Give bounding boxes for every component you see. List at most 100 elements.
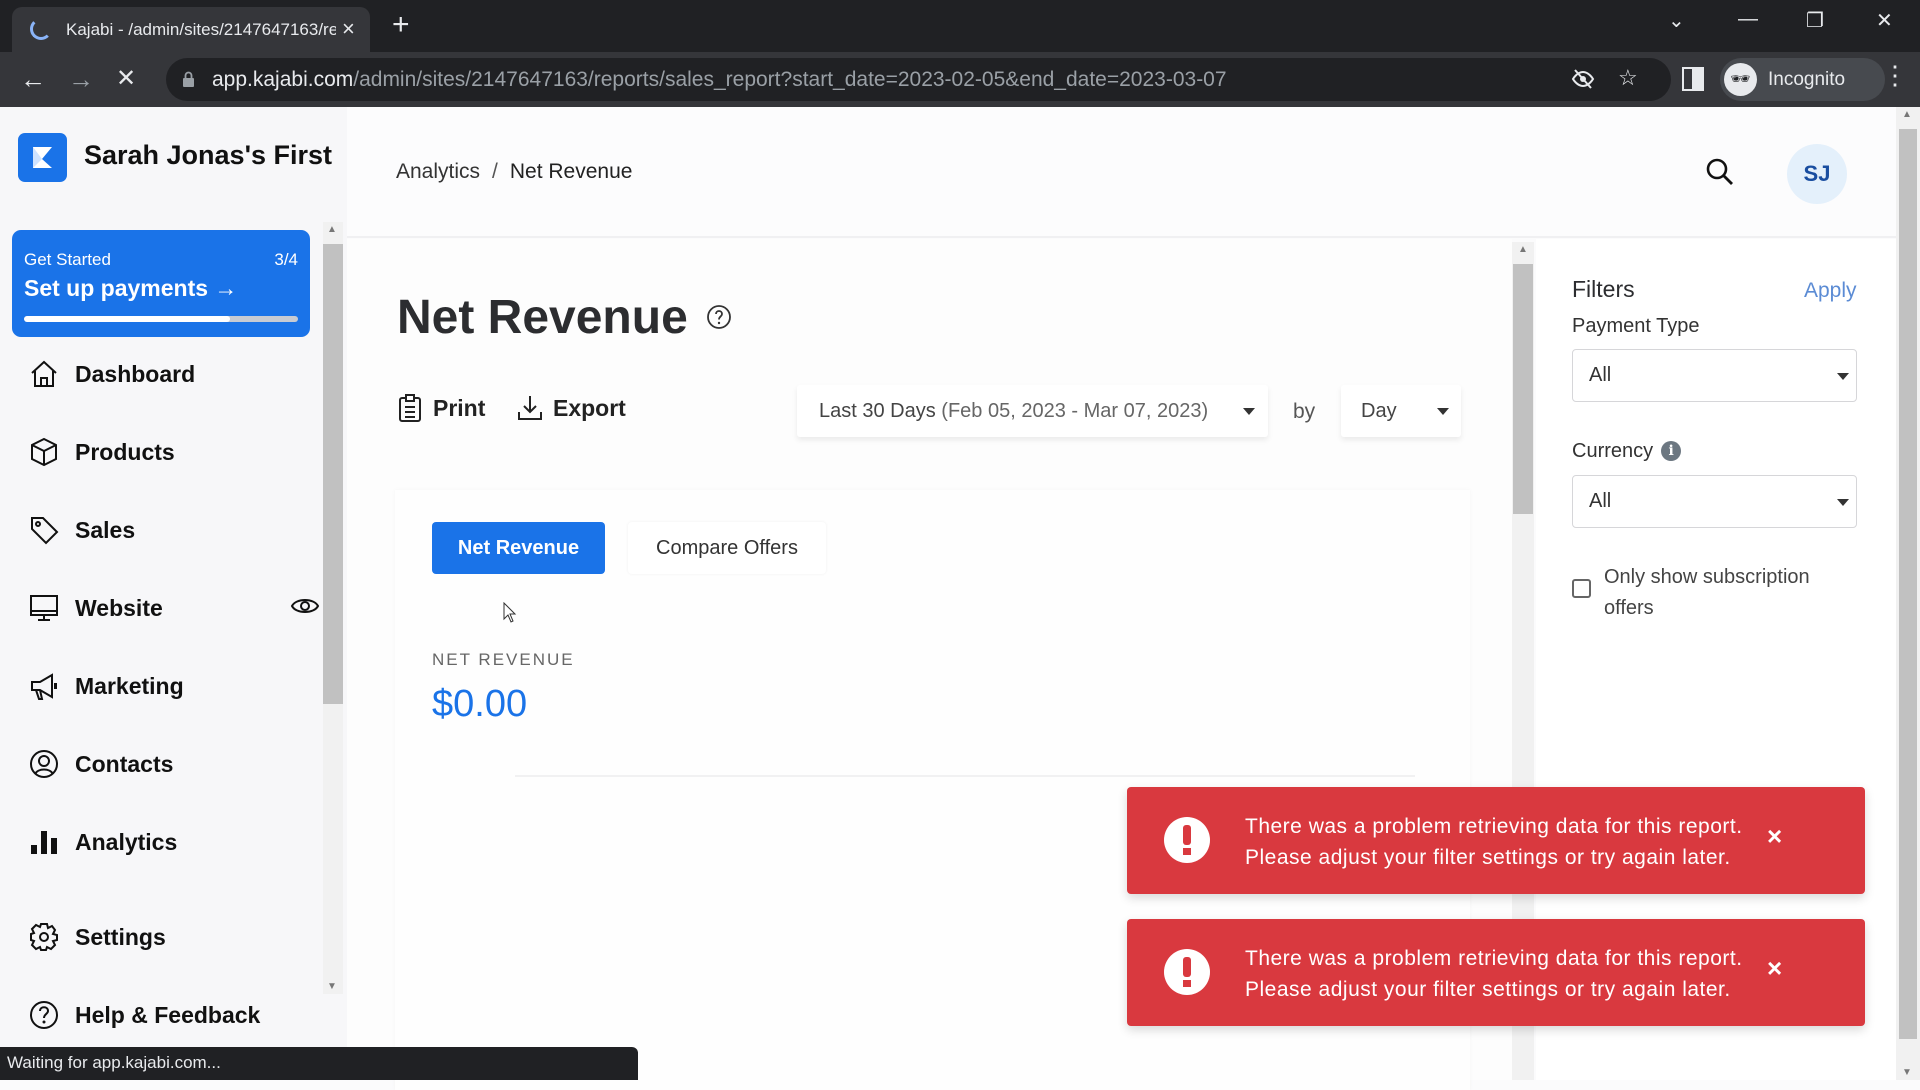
download-icon [518, 396, 542, 420]
exclamation-circle-icon [1164, 949, 1210, 995]
breadcrumb-analytics-link[interactable]: Analytics [396, 160, 480, 183]
profile-button[interactable]: 🕶 Incognito [1720, 58, 1885, 101]
tab-compare-offers[interactable]: Compare Offers [628, 522, 826, 574]
group-by-value: Day [1361, 400, 1397, 422]
eye-off-icon[interactable] [1571, 67, 1595, 91]
search-icon[interactable] [1705, 157, 1735, 187]
net-revenue-metric-value: $0.00 [432, 683, 528, 725]
user-circle-icon [30, 750, 58, 778]
breadcrumb: Analytics / Net Revenue [396, 160, 632, 184]
scroll-up-arrow-icon[interactable]: ▲ [327, 224, 337, 235]
date-range-select[interactable]: Last 30 Days (Feb 05, 2023 - Mar 07, 202… [797, 385, 1268, 437]
profile-label: Incognito [1768, 69, 1846, 90]
chevron-down-icon [1437, 408, 1449, 415]
print-label: Print [433, 394, 486, 421]
page-title: Net Revenue [397, 291, 688, 344]
sidebar-item-marketing[interactable]: Marketing [28, 666, 298, 706]
get-started-card[interactable]: Get Started 3/4 Set up payments → [12, 230, 310, 337]
chevron-down-icon [1837, 499, 1849, 506]
side-panel-icon[interactable] [1682, 67, 1704, 91]
browser-menu-icon[interactable]: ⋮ [1882, 60, 1908, 91]
error-toast-line: There was a problem retrieving data for … [1245, 947, 1743, 970]
date-range-preset: Last 30 Days [819, 400, 936, 422]
sidebar-scrollbar-thumb[interactable] [323, 244, 343, 704]
apply-filters-button[interactable]: Apply [1804, 279, 1857, 303]
help-circle-icon [30, 1001, 58, 1029]
tab-search-icon[interactable]: ⌄ [1668, 8, 1685, 33]
tab-title: Kajabi - /admin/sites/2147647163/reports… [66, 20, 336, 39]
subscription-only-label[interactable]: Only show subscription offers [1604, 562, 1854, 624]
browser-tab[interactable]: Kajabi - /admin/sites/2147647163/reports… [12, 7, 370, 52]
sidebar-item-products[interactable]: Products [28, 432, 298, 472]
error-toast-message: There was a problem retrieving data for … [1245, 811, 1743, 873]
sidebar-item-label: Analytics [75, 828, 178, 855]
scroll-down-arrow-icon[interactable]: ▼ [1902, 1067, 1912, 1078]
kajabi-logo[interactable] [18, 133, 67, 182]
subscription-only-checkbox[interactable] [1572, 579, 1591, 598]
loading-spinner-icon [30, 18, 52, 40]
sidebar-item-sales[interactable]: Sales [28, 510, 298, 550]
help-circle-icon[interactable] [706, 304, 732, 330]
sidebar-item-analytics[interactable]: Analytics [28, 822, 298, 862]
content-scrollbar-thumb[interactable] [1513, 264, 1533, 514]
currency-select[interactable]: All [1572, 475, 1857, 528]
tab-close-icon[interactable]: × [342, 16, 355, 42]
back-button[interactable]: ← [20, 62, 46, 96]
payment-type-select[interactable]: All [1572, 349, 1857, 402]
by-label: by [1293, 400, 1316, 423]
box-icon [31, 437, 57, 467]
url-path: /admin/sites/2147647163/reports/sales_re… [353, 68, 1227, 91]
export-button[interactable]: Export [517, 394, 626, 422]
filters-title: Filters [1572, 276, 1635, 302]
browser-status-bar: Waiting for app.kajabi.com... [0, 1047, 638, 1080]
url-bar[interactable]: app.kajabi.com/admin/sites/2147647163/re… [166, 58, 1671, 101]
page-scrollbar-thumb[interactable] [1899, 129, 1917, 1039]
chevron-down-icon [1837, 373, 1849, 380]
window-close-button[interactable]: ✕ [1876, 8, 1893, 33]
site-title[interactable]: Sarah Jonas's First [84, 140, 332, 171]
group-by-select[interactable]: Day [1341, 385, 1461, 437]
sidebar-item-help[interactable]: Help & Feedback [28, 995, 298, 1035]
sidebar-item-label: Settings [75, 923, 166, 950]
restore-button[interactable]: ❐ [1806, 8, 1824, 33]
view-website-eye-icon[interactable] [290, 591, 320, 621]
scroll-down-arrow-icon[interactable]: ▼ [327, 981, 337, 992]
currency-label-row: Currency i [1572, 440, 1682, 463]
user-avatar[interactable]: SJ [1787, 144, 1847, 204]
sidebar-item-website[interactable]: Website [28, 588, 320, 628]
get-started-count: 3/4 [274, 250, 298, 269]
address-bar-row: ← → ✕ app.kajabi.com/admin/sites/2147647… [0, 52, 1920, 107]
print-button[interactable]: Print [397, 394, 485, 422]
payment-type-value: All [1589, 364, 1612, 386]
chart-area-divider [515, 775, 1415, 777]
payment-type-label: Payment Type [1572, 315, 1700, 337]
close-icon[interactable]: × [1767, 953, 1782, 984]
close-icon[interactable]: × [1767, 821, 1782, 852]
sidebar-item-label: Dashboard [75, 360, 196, 387]
error-toast: There was a problem retrieving data for … [1127, 787, 1865, 894]
sidebar-item-dashboard[interactable]: Dashboard [28, 354, 298, 394]
sidebar-item-contacts[interactable]: Contacts [28, 744, 298, 784]
error-toast-line: Please adjust your filter settings or tr… [1245, 846, 1731, 869]
net-revenue-metric-label: NET REVENUE [432, 650, 575, 669]
stop-loading-button[interactable]: ✕ [116, 62, 136, 96]
page-scrollbar[interactable]: ▲ ▼ [1896, 107, 1920, 1080]
forward-button[interactable]: → [68, 62, 94, 96]
sidebar-item-label: Marketing [75, 672, 184, 699]
tab-net-revenue[interactable]: Net Revenue [432, 522, 605, 574]
scroll-up-arrow-icon[interactable]: ▲ [1902, 109, 1912, 120]
error-toast-line: Please adjust your filter settings or tr… [1245, 978, 1731, 1001]
mouse-cursor-icon [503, 602, 517, 623]
sidebar-item-settings[interactable]: Settings [28, 917, 298, 957]
sidebar-item-label: Contacts [75, 750, 174, 777]
exclamation-circle-icon [1164, 817, 1210, 863]
scroll-up-arrow-icon[interactable]: ▲ [1518, 244, 1528, 255]
get-started-label: Get Started [24, 250, 111, 269]
browser-tab-bar: Kajabi - /admin/sites/2147647163/reports… [0, 0, 1920, 52]
tag-icon [31, 517, 59, 545]
new-tab-button[interactable]: + [392, 8, 410, 42]
minimize-button[interactable]: — [1738, 8, 1758, 31]
sidebar-scrollbar[interactable]: ▲ ▼ [323, 222, 343, 994]
bookmark-star-icon[interactable]: ☆ [1618, 65, 1638, 91]
info-icon[interactable]: i [1661, 441, 1682, 461]
